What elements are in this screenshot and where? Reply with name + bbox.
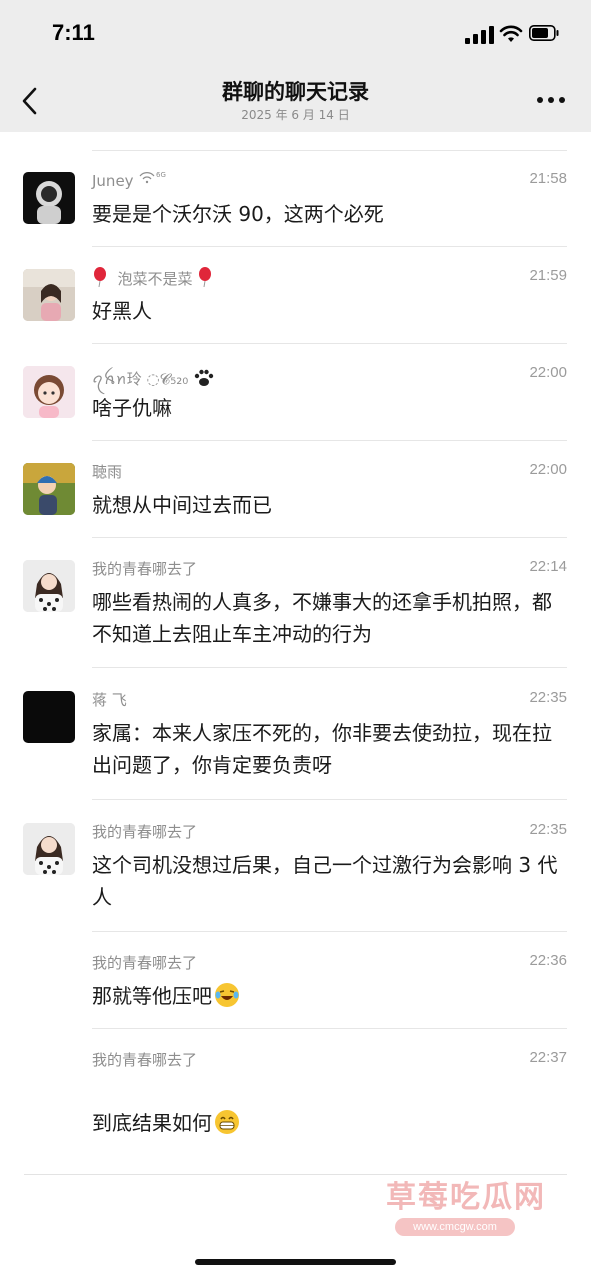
message-time: 22:14: [529, 558, 567, 575]
message-time: 22:36: [529, 952, 567, 969]
message-sender: Juney 6G: [92, 170, 168, 190]
divider: [92, 343, 567, 344]
divider: [92, 537, 567, 538]
message-sender: 我的青春哪去了: [92, 560, 198, 578]
avatar[interactable]: [23, 269, 75, 321]
divider: [92, 1028, 567, 1029]
status-bar: 7:11: [0, 0, 591, 70]
message-sender: 我的青春哪去了: [92, 1051, 198, 1069]
avatar[interactable]: [23, 560, 75, 612]
cellular-signal-icon: [465, 26, 494, 44]
battery-icon: [529, 25, 559, 41]
message-text: 好黑人: [92, 299, 152, 323]
avatar[interactable]: [23, 691, 75, 743]
message-time: 22:35: [529, 821, 567, 838]
balloon-emoji-icon: [199, 267, 212, 288]
status-time: 7:11: [52, 20, 95, 45]
watermark-logo: 草莓吃瓜网: [386, 1180, 546, 1215]
svg-text:6G: 6G: [156, 171, 166, 179]
message-text: 啥子仇嘛: [92, 396, 172, 420]
more-dots-icon[interactable]: [536, 96, 566, 104]
divider: [92, 799, 567, 800]
avatar[interactable]: [23, 823, 75, 875]
divider: [92, 440, 567, 441]
paw-emoji-icon: [194, 369, 214, 386]
laughing-emoji-icon: [215, 983, 239, 1007]
avatar[interactable]: [23, 172, 75, 224]
divider: [92, 667, 567, 668]
wifi-6g-icon: 6G: [139, 171, 166, 184]
message-time: 21:59: [529, 267, 567, 284]
watermark-url: www.cmcgw.com: [395, 1218, 515, 1236]
home-indicator[interactable]: [195, 1259, 396, 1265]
message-text: 哪些看热闹的人真多，不嫌事大的还拿手机拍照，都不知道上去阻止车主冲动的行为: [92, 590, 552, 646]
message-time: 21:58: [529, 170, 567, 187]
message-time: 22:35: [529, 689, 567, 706]
message-time: 22:00: [529, 461, 567, 478]
wifi-icon: [499, 25, 523, 42]
message-text: 那就等他压吧: [92, 980, 567, 1012]
avatar[interactable]: [23, 463, 75, 515]
message-time: 22:37: [529, 1049, 567, 1066]
message-sender: 我的青春哪去了: [92, 823, 198, 841]
divider: [92, 150, 567, 151]
message-text: 这个司机没想过后果，自己一个过激行为会影响 3 代人: [92, 853, 558, 909]
message-sender: 我的青春哪去了: [92, 954, 198, 972]
balloon-emoji-icon: [94, 267, 106, 288]
message-text: 家属：本来人家压不死的，你非要去使劲拉，现在拉出问题了，你肯定要负责呀: [92, 721, 552, 777]
divider: [92, 246, 567, 247]
message-text: 到底结果如何: [92, 1107, 567, 1139]
page-title: 群聊的聊天记录: [222, 80, 369, 104]
grinning-emoji-icon: [215, 1110, 239, 1134]
message-text: 就想从中间过去而已: [92, 493, 272, 517]
avatar[interactable]: [23, 366, 75, 418]
message-sender: 泡菜不是菜: [92, 267, 213, 289]
message-sender: 聴雨: [92, 463, 123, 481]
message-time: 22:00: [529, 364, 567, 381]
divider: [92, 931, 567, 932]
nav-bar: 群聊的聊天记录 2025 年 6 月 14 日: [0, 70, 591, 132]
message-sender: 蒋 飞: [92, 691, 127, 709]
page-date: 2025 年 6 月 14 日: [241, 108, 350, 122]
message-text: 要是是个沃尔沃 90，这两个必死: [92, 202, 384, 226]
